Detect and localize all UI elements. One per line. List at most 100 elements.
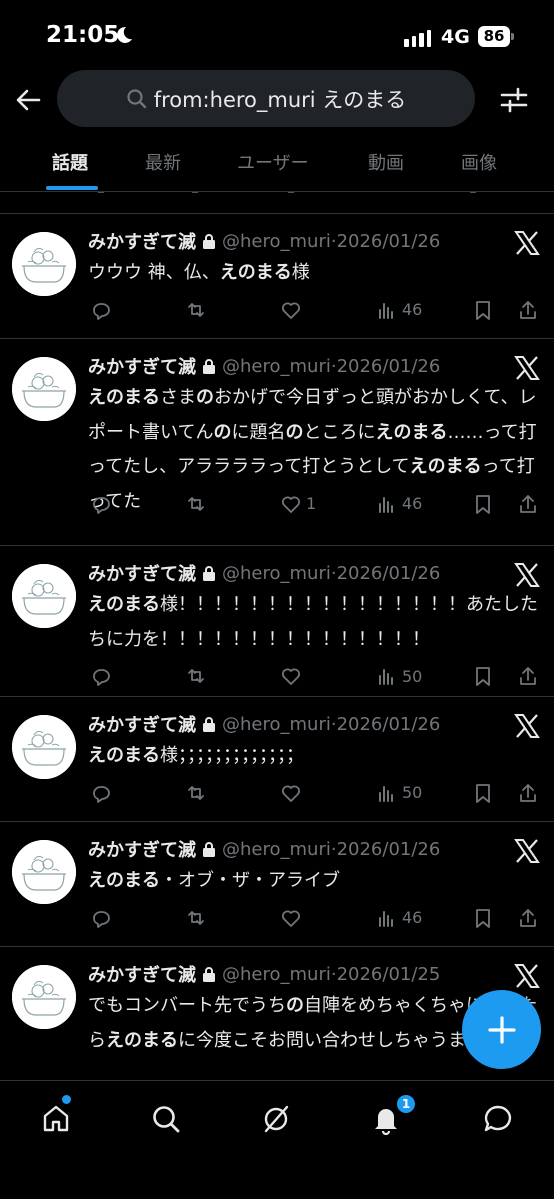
retweet-button[interactable] [185, 782, 207, 804]
share-button[interactable] [517, 907, 539, 929]
like-button[interactable] [280, 665, 306, 687]
share-icon [520, 908, 536, 927]
retweet-button[interactable] [185, 665, 207, 687]
tweet-item[interactable]: みかすぎて滅 @hero_muri·2026/01/26 えのまる・オブ・ザ・アライ… [0, 822, 554, 947]
retweet-button[interactable] [185, 299, 207, 321]
author-handle-date: @hero_muri·2026/01/26 [222, 230, 441, 252]
view-count: 46 [402, 494, 423, 513]
view-count: 50 [402, 666, 423, 686]
share-icon [520, 300, 536, 319]
reply-icon [93, 302, 110, 320]
status-bar: 21:05 4G 86 [0, 0, 554, 70]
author-name[interactable]: みかすぎて滅 [88, 353, 196, 379]
author-name[interactable]: みかすぎて滅 [88, 711, 196, 737]
views-button[interactable]: 50 [376, 665, 422, 687]
view-count: 46 [402, 908, 423, 927]
author-handle-date: @hero_muri·2026/01/26 [222, 562, 441, 584]
reply-button[interactable] [89, 782, 111, 804]
avatar[interactable] [12, 564, 76, 628]
views-button[interactable]: 50 [376, 782, 422, 804]
lock-icon [203, 565, 215, 581]
lock-icon [203, 233, 215, 249]
retweet-icon [188, 302, 204, 317]
bookmark-icon [476, 667, 490, 686]
views-button[interactable]: 46 [376, 493, 422, 515]
share-button[interactable] [517, 782, 539, 804]
search-filter-button[interactable] [496, 82, 532, 118]
heart-icon [282, 668, 300, 685]
bookmark-button[interactable] [472, 493, 494, 515]
lock-icon [203, 716, 215, 732]
search-input[interactable]: from:hero_muri えのまる [57, 70, 475, 127]
avatar[interactable] [12, 965, 76, 1029]
retweet-icon [188, 785, 204, 800]
compose-button[interactable] [462, 990, 541, 1069]
heart-icon [282, 302, 300, 319]
tweet-item[interactable]: みかすぎて滅 @hero_muri·2026/01/26 えのまるさまのおかげで今日… [0, 339, 554, 546]
bookmark-icon [476, 783, 490, 803]
tab-images[interactable]: 画像 [461, 149, 497, 175]
reply-button[interactable] [89, 493, 111, 515]
avatar[interactable] [12, 715, 76, 779]
share-button[interactable] [517, 665, 539, 687]
nav-search[interactable] [146, 1099, 186, 1139]
tweet-text: ウウウ 神、仏、えのまる様 [88, 262, 310, 283]
bottom-navigation [0, 1080, 554, 1199]
bookmark-button[interactable] [472, 665, 494, 687]
tweet-item[interactable]: みかすぎて滅 @hero_muri·2026/01/26 えのまる様；；；；；；；；… [0, 697, 554, 822]
network-type: 4G [441, 26, 470, 48]
author-handle-date: @hero_muri·2026/01/26 [222, 355, 441, 377]
bookmark-button[interactable] [472, 907, 494, 929]
back-button[interactable] [10, 82, 46, 118]
search-header: from:hero_muri えのまる [0, 70, 554, 130]
bookmark-button[interactable] [472, 782, 494, 804]
retweet-icon [188, 910, 204, 925]
reply-button[interactable] [89, 907, 111, 929]
reply-icon [93, 669, 110, 686]
reply-button[interactable] [89, 665, 111, 687]
nav-messages[interactable] [478, 1099, 518, 1139]
x-logo-icon[interactable] [514, 230, 540, 256]
lock-icon [203, 966, 215, 982]
nav-grok[interactable] [256, 1099, 296, 1139]
author-name[interactable]: みかすぎて滅 [88, 836, 196, 862]
tab-latest[interactable]: 最新 [145, 149, 181, 175]
back-arrow-icon [16, 89, 41, 111]
x-logo-icon[interactable] [514, 963, 540, 989]
tweet-actions: 46 [0, 299, 554, 329]
bookmark-button[interactable] [472, 299, 494, 321]
reply-icon [93, 496, 110, 514]
author-name[interactable]: みかすぎて滅 [88, 961, 196, 987]
retweet-button[interactable] [185, 907, 207, 929]
share-button[interactable] [517, 299, 539, 321]
like-button[interactable]: 1 [280, 493, 316, 515]
lock-icon [203, 358, 215, 374]
share-button[interactable] [517, 493, 539, 515]
x-logo-icon[interactable] [514, 713, 540, 739]
home-unread-dot [62, 1095, 71, 1104]
avatar[interactable] [12, 357, 76, 421]
heart-icon [282, 496, 300, 513]
views-button[interactable]: 46 [376, 299, 422, 321]
avatar[interactable] [12, 840, 76, 904]
share-icon [520, 783, 536, 802]
heart-icon [282, 910, 300, 927]
tab-top[interactable]: 話題 [52, 149, 88, 175]
like-button[interactable] [280, 782, 306, 804]
like-button[interactable] [280, 907, 306, 929]
x-logo-icon[interactable] [514, 838, 540, 864]
tab-videos[interactable]: 動画 [368, 149, 404, 175]
retweet-button[interactable] [185, 493, 207, 515]
views-button[interactable]: 46 [376, 907, 422, 929]
nav-home[interactable] [36, 1099, 76, 1139]
tweet-item[interactable]: みかすぎて滅 @hero_muri·2026/01/26 えのまる様！！！！！！！！… [0, 546, 554, 697]
avatar[interactable] [12, 232, 76, 296]
author-name[interactable]: みかすぎて滅 [88, 560, 196, 586]
like-button[interactable] [280, 299, 306, 321]
tweet-item[interactable]: みかすぎて滅 @hero_muri·2026/01/26 ウウウ 神、仏、えのまる様… [0, 214, 554, 339]
reply-button[interactable] [89, 299, 111, 321]
author-name[interactable]: みかすぎて滅 [88, 228, 196, 254]
x-logo-icon[interactable] [514, 355, 540, 381]
tab-people[interactable]: ユーザー [237, 149, 309, 175]
x-logo-icon[interactable] [514, 562, 540, 588]
